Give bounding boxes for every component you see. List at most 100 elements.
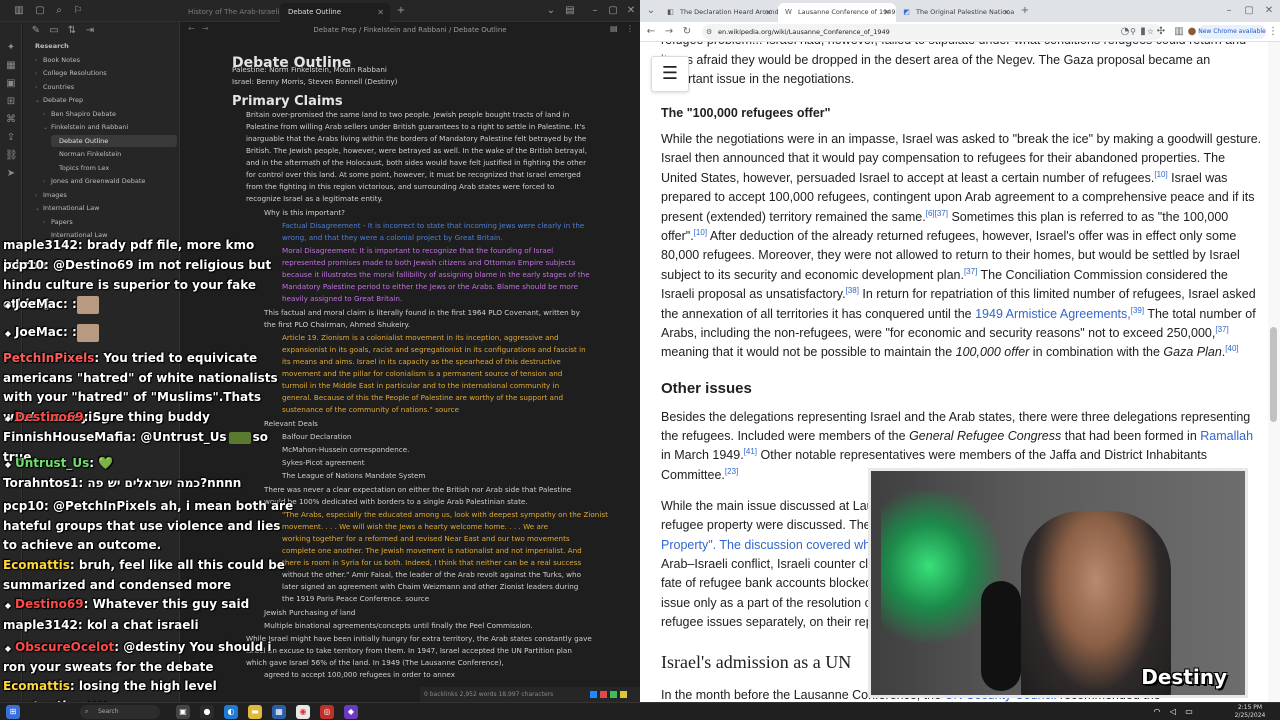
sidebar-item[interactable]: ⌄ Finkelstein and Rabbani — [43, 121, 177, 133]
chat-username[interactable]: maple3142 — [3, 618, 78, 632]
reference-link[interactable]: [6] — [926, 209, 935, 218]
chat-username[interactable]: Ecomattis — [3, 558, 70, 572]
sidebar-item[interactable]: › Ben Shapiro Debate — [43, 108, 177, 120]
sidebar-item[interactable]: ⌄ Debate Prep — [35, 94, 177, 106]
daily-note-icon[interactable]: ▣ — [5, 78, 17, 90]
sidebar-item[interactable]: › Images — [35, 189, 177, 201]
task-view-icon[interactable]: ▣ — [176, 705, 190, 719]
maximize-icon[interactable]: ▢ — [1242, 4, 1256, 18]
chrome-icon[interactable]: ◉ — [296, 705, 310, 719]
sidebar-item[interactable]: › Jones and Greenwald Debate — [43, 175, 177, 187]
reference-link[interactable]: [37] — [1215, 325, 1228, 334]
close-window-icon[interactable]: ✕ — [624, 4, 638, 18]
publish-icon[interactable]: ⇪ — [5, 132, 17, 144]
reference-link[interactable]: [37] — [964, 267, 977, 276]
color-swatch[interactable] — [620, 691, 627, 698]
table-of-contents-icon[interactable]: ☰ — [651, 56, 689, 92]
reference-link[interactable]: [23] — [725, 467, 738, 476]
chat-username[interactable]: Destino69 — [15, 410, 84, 424]
obsidian-icon[interactable]: ◆ — [344, 705, 358, 719]
back-icon[interactable]: ← — [644, 25, 658, 39]
chat-username[interactable]: PetchInPixels — [3, 351, 94, 365]
chat-username[interactable]: Ecomattis — [3, 679, 70, 693]
new-tab-icon[interactable]: + — [1018, 4, 1032, 18]
color-swatch[interactable] — [600, 691, 607, 698]
maximize-icon[interactable]: ▢ — [606, 4, 620, 18]
reference-link[interactable]: [40] — [1225, 344, 1238, 353]
chat-username[interactable]: maple3142 — [3, 238, 78, 252]
collapse-icon[interactable]: ⇥ — [83, 24, 97, 38]
reload-icon[interactable]: ↻ — [680, 25, 694, 39]
reading-view-icon[interactable]: ▤ — [610, 24, 618, 33]
template-icon[interactable]: ⊞ — [5, 96, 17, 108]
tab-declaration[interactable]: ◧ The Declaration Heard Around... ✕ — [660, 3, 778, 22]
tab-lausanne[interactable]: W Lausanne Conference of 1949 - ✕ — [778, 3, 896, 22]
scrollbar[interactable] — [1268, 42, 1280, 702]
chat-username[interactable]: Destino69 — [15, 597, 84, 611]
tab-palestine-national[interactable]: ◩ The Original Palestine Nationa ✕ — [896, 3, 1016, 22]
sidebar-item[interactable]: › Book Notes — [35, 54, 177, 66]
app-icon[interactable]: ▦ — [272, 705, 286, 719]
wifi-icon[interactable]: ◠ — [1150, 705, 1164, 719]
sidebar-item[interactable]: Topics from Lex — [51, 162, 177, 174]
edge-icon[interactable]: ◐ — [224, 705, 238, 719]
new-folder-icon[interactable]: ▭ — [47, 24, 61, 38]
close-window-icon[interactable]: ✕ — [1262, 4, 1276, 18]
reference-link[interactable]: [37] — [935, 209, 948, 218]
side-panel-icon[interactable]: ▥ — [1172, 25, 1186, 39]
taskbar-search[interactable]: ⌕ Search — [80, 705, 160, 719]
minimize-icon[interactable]: – — [588, 4, 602, 18]
file-explorer-icon[interactable]: ▬ — [248, 705, 262, 719]
address-bar[interactable]: ⚙ en.wikipedia.org/wiki/Lausanne_Confere… — [702, 24, 1162, 40]
search-icon[interactable]: ⌕ — [52, 4, 66, 18]
extension-icon[interactable]: ◔ — [1118, 25, 1132, 39]
sidebar-item[interactable]: › College Resolutions — [35, 67, 177, 79]
tab-debate-outline[interactable]: Debate Outline ✕ — [280, 3, 390, 22]
reference-link[interactable]: [38] — [846, 286, 859, 295]
close-tab-icon[interactable]: ✕ — [883, 3, 890, 22]
chrome-menu-icon[interactable]: ⋮ — [1266, 25, 1280, 39]
new-tab-icon[interactable]: + — [394, 4, 408, 18]
chat-username[interactable]: pcp10 — [3, 258, 44, 272]
github-icon[interactable]: ● — [200, 705, 214, 719]
new-note-icon[interactable]: ✎ — [29, 24, 43, 38]
sidebar-item[interactable]: Research — [27, 40, 177, 52]
forward-icon[interactable]: → — [662, 25, 676, 39]
chat-username[interactable]: Torahntos1 — [3, 476, 78, 490]
chat-username[interactable]: pcp10 — [3, 499, 44, 513]
extension-badge-icon[interactable]: ▮ — [1136, 25, 1150, 39]
chat-username[interactable]: JoeMac — [15, 297, 63, 311]
chat-username[interactable]: ObscureOcelot — [15, 640, 114, 654]
reference-link[interactable]: [10] — [694, 228, 707, 237]
close-tab-icon[interactable]: ✕ — [765, 3, 772, 22]
chat-username[interactable]: JoeMac — [15, 325, 63, 339]
sidebar-item[interactable]: › Papers — [43, 216, 177, 228]
files-icon[interactable]: ▢ — [33, 4, 47, 18]
tab-history[interactable]: History of The Arab-Israeli ... — [180, 3, 280, 35]
extensions-puzzle-icon[interactable]: ✣ — [1154, 25, 1168, 39]
sidebar-right-icon[interactable]: ▤ — [563, 4, 577, 18]
send-icon[interactable]: ➤ — [5, 168, 17, 180]
chevron-down-icon[interactable]: ⌄ — [544, 4, 558, 18]
sidebar-item[interactable]: › Countries — [35, 81, 177, 93]
tab-search-icon[interactable]: ⌄ — [644, 4, 658, 18]
sidebar-item[interactable]: Debate Outline — [51, 134, 177, 147]
color-swatch[interactable] — [610, 691, 617, 698]
graph-icon[interactable]: ✦ — [5, 42, 17, 54]
bookmark-icon[interactable]: ⚐ — [71, 4, 85, 18]
color-swatch[interactable] — [590, 691, 597, 698]
close-tab-icon[interactable]: ✕ — [1003, 3, 1010, 22]
chat-username[interactable]: FinnishHouseMafia — [3, 430, 131, 444]
ramallah-link[interactable]: Ramallah — [1200, 429, 1253, 443]
canvas-icon[interactable]: ▦ — [5, 60, 17, 72]
volume-icon[interactable]: ◁ — [1166, 705, 1180, 719]
reference-link[interactable]: [39] — [1131, 306, 1144, 315]
sort-icon[interactable]: ⇅ — [65, 24, 79, 38]
sidebar-item[interactable]: ⌄ International Law — [35, 202, 177, 214]
more-options-icon[interactable]: ⋮ — [626, 24, 634, 33]
link-icon[interactable]: ⛓ — [5, 150, 18, 162]
clock[interactable]: 2:15 PM 2/25/2024 — [1230, 704, 1270, 720]
site-info-icon[interactable]: ⚙ — [706, 24, 712, 40]
command-icon[interactable]: ⌘ — [5, 114, 17, 126]
new-chrome-available-button[interactable]: New Chrome available — [1198, 25, 1266, 39]
